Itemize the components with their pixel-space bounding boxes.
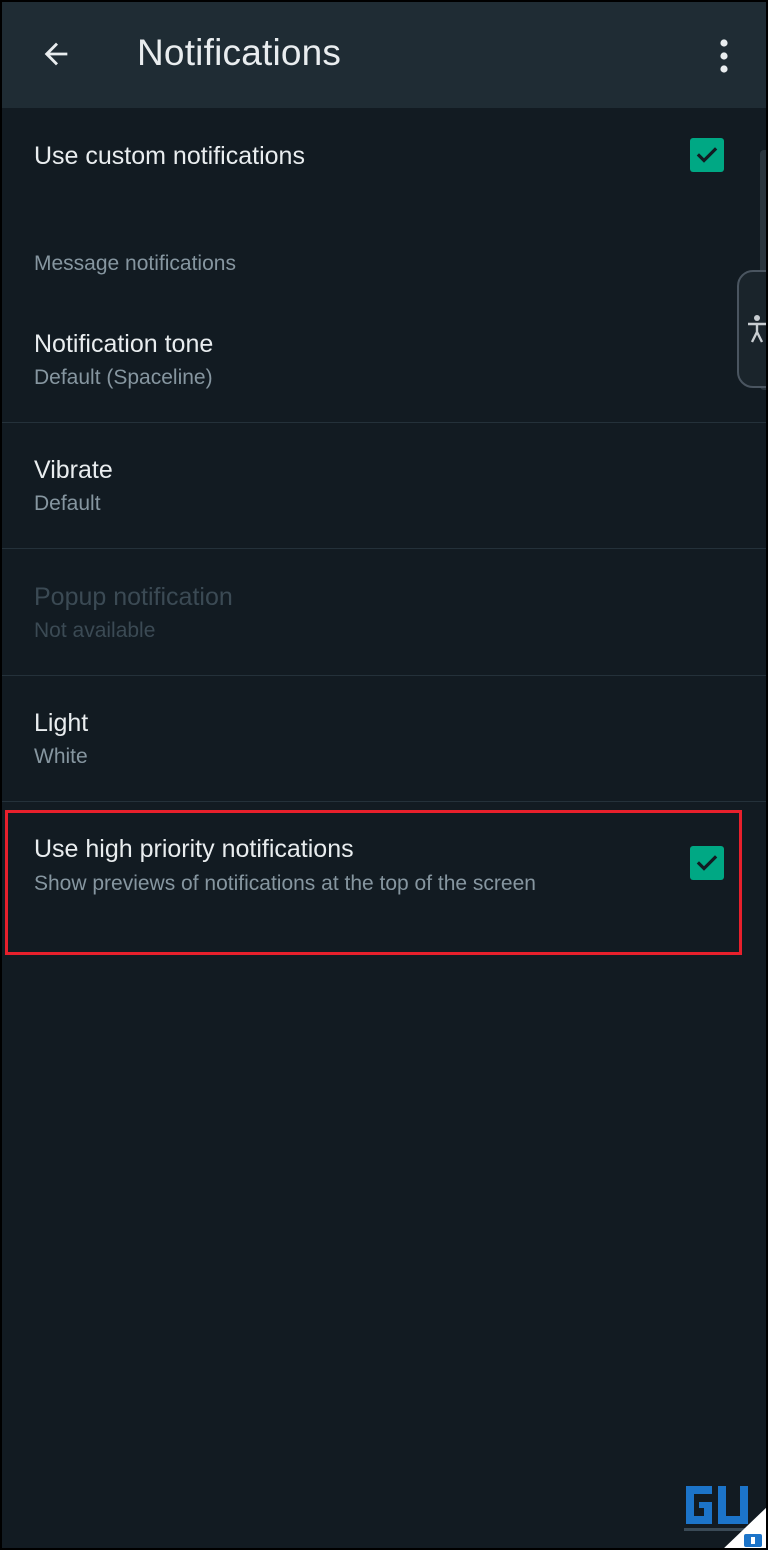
page-title: Notifications (137, 32, 342, 73)
back-button[interactable] (32, 30, 80, 78)
setting-label: Vibrate (34, 456, 113, 484)
app-bar: Notifications (2, 2, 766, 108)
custom-notifications-checkbox[interactable] (690, 138, 724, 172)
gadgets-to-use-logo-icon (684, 1486, 766, 1548)
more-options-button[interactable] (704, 32, 744, 80)
screen: Notifications Use custom notifications M… (0, 0, 768, 1550)
setting-value: White (34, 745, 88, 768)
highlight-box (5, 810, 742, 955)
setting-value: Default (34, 492, 101, 515)
setting-label: Notification tone (34, 330, 214, 358)
setting-light[interactable]: Light White (2, 676, 766, 802)
setting-label: Light (34, 709, 89, 737)
watermark-logo (682, 1480, 766, 1548)
setting-vibrate[interactable]: Vibrate Default (2, 423, 766, 549)
check-icon (696, 147, 718, 163)
setting-label: Popup notification (34, 583, 233, 611)
accessibility-handle[interactable] (737, 270, 766, 388)
setting-value: Default (Spaceline) (34, 366, 213, 389)
setting-value: Not available (34, 619, 156, 642)
accessibility-icon (748, 315, 766, 343)
setting-popup-notification: Popup notification Not available (2, 549, 766, 676)
section-header-message-notifications: Message notifications (34, 252, 236, 275)
setting-notification-tone[interactable]: Notification tone Default (Spaceline) (2, 298, 766, 423)
setting-label: Use custom notifications (34, 142, 305, 170)
setting-custom-notifications[interactable]: Use custom notifications (2, 108, 766, 208)
arrow-left-icon (44, 42, 68, 66)
more-vertical-icon (720, 39, 728, 73)
